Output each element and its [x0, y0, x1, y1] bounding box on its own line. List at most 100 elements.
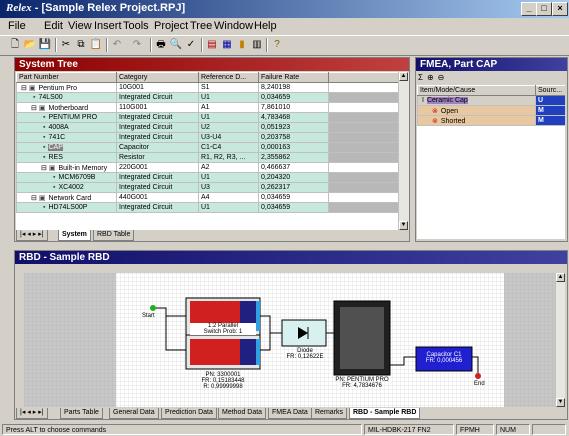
chart-icon[interactable]: ▮ [235, 38, 249, 52]
tree-row[interactable]: ⊟ ▣ Built-in Memory 220G001 A2 0,466637 [16, 162, 398, 173]
tab-method-data[interactable]: Method Data [218, 408, 267, 419]
tree-row-part[interactable]: ⊟ ▣ Motherboard [16, 102, 117, 113]
rbd-vertical-scrollbar[interactable]: ▲ ▼ [555, 273, 565, 407]
tree-row[interactable]: ▪ HD74LS00P Integrated Circuit U1 0,034659 [16, 202, 398, 213]
tree-row-part[interactable]: ▪ XC4002 [16, 182, 117, 193]
tree-expander-icon[interactable]: ⊟ [41, 165, 47, 172]
menu-help[interactable]: Help [254, 20, 277, 32]
tree-row-part[interactable]: ▪ 4008A [16, 122, 117, 133]
tab-prediction-data[interactable]: Prediction Data [161, 408, 217, 419]
print-preview-icon[interactable]: 🔍 [169, 38, 183, 52]
tree-row[interactable]: ▪ 741C Integrated Circuit U3-U4 0,203758 [16, 132, 398, 143]
redo-icon[interactable]: ↷ [130, 38, 144, 52]
scroll-down-icon[interactable]: ▼ [399, 221, 408, 230]
rbd-scroll-up-icon[interactable]: ▲ [556, 273, 565, 282]
tree-row-part[interactable]: ⊟ ▣ Network Card [16, 192, 117, 203]
menu-tree[interactable]: Tree [190, 20, 212, 32]
col-item-mode-cause[interactable]: Item/Mode/Cause [417, 85, 536, 96]
fmea-row-label[interactable]: ⊗ Shorted [417, 115, 536, 126]
paste-icon[interactable]: 📋 [89, 38, 103, 52]
tree-expander-icon[interactable]: ⊟ [31, 105, 37, 112]
help-icon[interactable]: ? [270, 38, 284, 52]
menu-tools[interactable]: Tools [123, 20, 149, 32]
close-button[interactable]: × [552, 2, 568, 16]
tree-row[interactable]: ⊟ ▣ Motherboard 110G001 A1 7,861010 [16, 102, 398, 113]
end-node[interactable] [475, 373, 481, 379]
open-folder-icon[interactable]: 📂 [23, 38, 37, 52]
tree-row-part[interactable]: ▪ 741C [16, 132, 117, 143]
zoom-in-icon[interactable]: ⊕ [427, 73, 434, 82]
tab-system[interactable]: System [58, 230, 91, 241]
tree-row-part[interactable]: ▪ PENTIUM PRO [16, 112, 117, 123]
spell-check-icon[interactable]: ✓ [184, 38, 198, 52]
tab-nav-arrows[interactable]: |◂ ◂ ▸ ▸| [16, 230, 48, 241]
menu-insert[interactable]: Insert [94, 20, 122, 32]
print-icon[interactable]: 🖶 [154, 38, 168, 52]
tree-tab-bar: |◂ ◂ ▸ ▸| System RBD Table [16, 230, 408, 241]
parallel-block-bottom[interactable] [185, 334, 261, 370]
tree-row-rate: 0,466637 [258, 162, 329, 173]
pentium-block[interactable] [333, 300, 391, 376]
tree-row[interactable]: ▪ MCM6709B Integrated Circuit U1 0,204320 [16, 172, 398, 183]
col-category[interactable]: Category [116, 72, 199, 83]
rbd-canvas[interactable]: Start 1:2 Parallel Switch Prob: 1 PN: 33… [16, 265, 565, 407]
zoom-out-icon[interactable]: ⊖ [438, 73, 445, 82]
tree-row-part[interactable]: ⊟ ▣ Pentium Pro [16, 82, 117, 93]
tree-row[interactable]: ▪ CAP Capacitor C1-C4 0,000163 [16, 142, 398, 153]
tab-remarks[interactable]: Remarks [311, 408, 348, 419]
fmea-row[interactable]: ⊗ Open M [417, 105, 565, 116]
tab-fmea-data[interactable]: FMEA Data [268, 408, 312, 419]
menu-file[interactable]: File [8, 20, 26, 32]
scroll-up-icon[interactable]: ▲ [399, 72, 408, 81]
diode-block[interactable] [281, 319, 327, 347]
tree-row[interactable]: ▪ 74LS00 Integrated Circuit U1 0,034659 [16, 92, 398, 103]
table-icon[interactable]: ▦ [220, 38, 234, 52]
fmea-row-label[interactable]: Ι Ceramic Cap [417, 95, 536, 106]
maximize-button[interactable]: □ [536, 2, 552, 16]
rbd-tab-nav-arrows[interactable]: |◂ ◂ ▸ ▸| [16, 408, 48, 419]
tree-row-category: Integrated Circuit [116, 132, 199, 143]
tree-row-part[interactable]: ▪ CAP [16, 142, 117, 153]
tree-row[interactable]: ▪ PENTIUM PRO Integrated Circuit U1 4,783468 [16, 112, 398, 123]
menu-view[interactable]: View [68, 20, 92, 32]
menu-edit[interactable]: Edit [44, 20, 63, 32]
tab-general-data[interactable]: General Data [109, 408, 159, 419]
minimize-button[interactable]: _ [521, 2, 537, 16]
menu-window[interactable]: Window [214, 20, 253, 32]
col-failure-rate[interactable]: Failure Rate [258, 72, 329, 83]
tab-rbd-sample[interactable]: RBD - Sample RBD [349, 408, 421, 419]
cut-icon[interactable]: ✂ [59, 38, 73, 52]
fmea-row[interactable]: Ι Ceramic Cap U [417, 95, 565, 106]
tab-parts-table[interactable]: Parts Table [60, 408, 103, 419]
tree-row-part[interactable]: ⊟ ▣ Built-in Memory [16, 162, 117, 173]
tree-row-part[interactable]: ▪ 74LS00 [16, 92, 117, 103]
menu-project[interactable]: Project [154, 20, 188, 32]
undo-icon[interactable]: ↶ [110, 38, 124, 52]
layout-icon[interactable]: ▥ [250, 38, 264, 52]
rbd-scroll-down-icon[interactable]: ▼ [556, 398, 565, 407]
tab-rbd-table[interactable]: RBD Table [93, 230, 135, 241]
tree-row[interactable]: ▪ RES Resistor R1, R2, R3, ... 2,355862 [16, 152, 398, 163]
tree-row-part[interactable]: ▪ RES [16, 152, 117, 163]
status-units: FPMH [456, 424, 494, 435]
tree-expander-icon[interactable]: ⊟ [21, 85, 27, 92]
tree-row[interactable]: ⊟ ▣ Network Card 440G001 A4 0,034659 [16, 192, 398, 203]
start-node[interactable] [150, 305, 156, 311]
col-part-number[interactable]: Part Number [16, 72, 117, 83]
tree-vertical-scrollbar[interactable]: ▲ ▼ [398, 72, 409, 230]
tree-row-part[interactable]: ▪ MCM6709B [16, 172, 117, 183]
tree-row[interactable]: ▪ XC4002 Integrated Circuit U3 0,262317 [16, 182, 398, 193]
new-file-icon[interactable]: 🗋 [8, 38, 22, 52]
tree-row[interactable]: ▪ 4008A Integrated Circuit U2 0,051923 [16, 122, 398, 133]
fmea-row[interactable]: ⊗ Shorted M [417, 115, 565, 126]
tree-expander-icon[interactable]: ⊟ [31, 195, 37, 202]
col-source[interactable]: Sourc... [535, 85, 565, 96]
fmea-row-label[interactable]: ⊗ Open [417, 105, 536, 116]
calculate-icon[interactable]: ▤ [205, 38, 219, 52]
tree-row[interactable]: ⊟ ▣ Pentium Pro 10G001 S1 8,240198 [16, 82, 398, 93]
tree-row-part[interactable]: ▪ HD74LS00P [16, 202, 117, 213]
copy-icon[interactable]: ⧉ [74, 38, 88, 52]
save-icon[interactable]: 💾 [38, 38, 52, 52]
expand-icon[interactable]: Σ [418, 73, 423, 82]
col-reference-designator[interactable]: Reference D... [198, 72, 259, 83]
